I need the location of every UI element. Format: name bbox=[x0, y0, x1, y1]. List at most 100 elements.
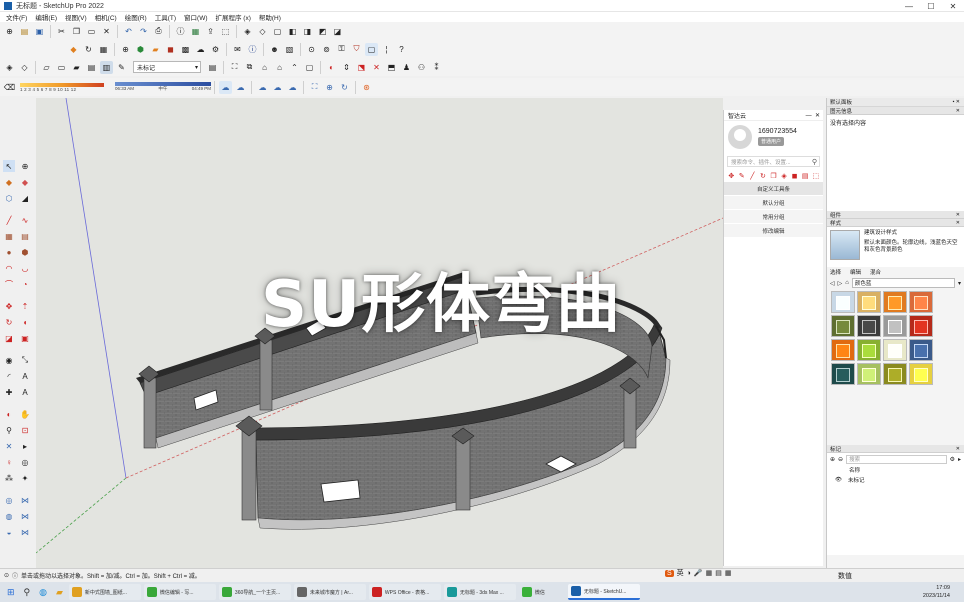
cloud-menu-edit[interactable]: 修改编辑 bbox=[724, 224, 823, 238]
material-swatch[interactable] bbox=[831, 291, 855, 313]
sandbox-from-contours-icon[interactable]: ◎ bbox=[3, 494, 15, 506]
print-icon[interactable]: ⎙ bbox=[152, 25, 165, 38]
ime-mode-icon[interactable]: 英 bbox=[677, 568, 684, 578]
taskbar-app[interactable]: WPS Office - 表格... bbox=[368, 584, 441, 600]
cube-icon[interactable]: ◈ bbox=[780, 172, 789, 180]
brush-icon[interactable]: ╱ bbox=[748, 172, 757, 180]
info-icon[interactable]: ⓘ bbox=[246, 43, 259, 56]
close-icon[interactable]: ✕ bbox=[956, 446, 960, 452]
settings-icon[interactable]: ⚙ bbox=[950, 456, 955, 463]
user-icon[interactable]: ☻ bbox=[268, 43, 281, 56]
group-icon[interactable]: ⬚ bbox=[812, 172, 821, 180]
material-swatch[interactable] bbox=[909, 315, 933, 337]
shaded-icon[interactable]: ▰ bbox=[70, 61, 83, 74]
add-tag-icon[interactable]: ⊕ bbox=[830, 456, 835, 463]
hidden-line-icon[interactable]: ▭ bbox=[55, 61, 68, 74]
geo-location-icon[interactable]: ⬢ bbox=[134, 43, 147, 56]
ime-tools-icon[interactable]: ▦ bbox=[725, 569, 732, 577]
menu-camera[interactable]: 相机(C) bbox=[95, 12, 117, 22]
tag-tool-icon[interactable]: ✎ bbox=[115, 61, 128, 74]
3d-text-icon[interactable]: A bbox=[19, 386, 31, 398]
components-header[interactable]: 组件 ✕ bbox=[827, 211, 964, 219]
arc-icon[interactable]: ◠ bbox=[3, 262, 15, 274]
texture-icon[interactable]: ▩ bbox=[179, 43, 192, 56]
material-swatch[interactable] bbox=[831, 339, 855, 361]
zoom-window-icon[interactable]: ⊕ bbox=[323, 81, 336, 94]
taskbar-app[interactable]: 微信 bbox=[519, 584, 565, 600]
forward-icon[interactable]: ▷ bbox=[838, 280, 843, 287]
back-view-icon[interactable]: ◨ bbox=[301, 25, 314, 38]
zoom-window-tool-icon[interactable]: ⊡ bbox=[19, 424, 31, 436]
dimension-icon[interactable]: ⤡ bbox=[19, 354, 31, 366]
cloud-upload-icon[interactable]: ☁ bbox=[234, 81, 247, 94]
rotate-icon[interactable]: ↻ bbox=[3, 316, 15, 328]
save-icon[interactable]: ▣ bbox=[33, 25, 46, 38]
ime-punct-icon[interactable]: ◑ bbox=[687, 570, 691, 577]
start-button[interactable]: ⊞ bbox=[4, 584, 18, 600]
top-view-icon[interactable]: ◇ bbox=[256, 25, 269, 38]
move-icon[interactable]: ✥ bbox=[3, 300, 15, 312]
ime-keyboard-icon[interactable]: ▦ bbox=[706, 569, 713, 577]
cloud-download-icon[interactable]: ☁ bbox=[256, 81, 269, 94]
xray-icon[interactable]: ◈ bbox=[3, 61, 16, 74]
settings-icon[interactable]: ⚙ bbox=[209, 43, 222, 56]
wireframe-icon[interactable]: ▱ bbox=[40, 61, 53, 74]
back-edges-icon[interactable]: ◇ bbox=[18, 61, 31, 74]
mail-icon[interactable]: ✉ bbox=[231, 43, 244, 56]
ime-mic-icon[interactable]: 🎤 bbox=[694, 569, 703, 577]
offset-tool-icon[interactable]: ▣ bbox=[19, 332, 31, 344]
erase-icon[interactable]: ✕ bbox=[100, 25, 113, 38]
protractor-icon[interactable]: ◜ bbox=[3, 370, 15, 382]
tab-mix[interactable]: 混合 bbox=[870, 268, 881, 276]
edge-icon[interactable]: ◍ bbox=[36, 584, 50, 600]
section-plane-icon[interactable]: ◐ bbox=[325, 61, 338, 74]
move-icon[interactable]: ✥ bbox=[727, 172, 736, 180]
home-icon[interactable]: ⌂ bbox=[258, 61, 271, 74]
material-swatch[interactable] bbox=[883, 339, 907, 361]
monochrome-icon[interactable]: ▥ bbox=[100, 60, 113, 74]
sandbox-from-scratch-icon[interactable]: ⋈ bbox=[19, 494, 31, 506]
front-view-icon[interactable]: ▢ bbox=[271, 25, 284, 38]
eye-icon[interactable]: 👁 bbox=[835, 477, 842, 483]
help-icon[interactable]: ? bbox=[395, 43, 408, 56]
paste-icon[interactable]: ▭ bbox=[85, 25, 98, 38]
tags-header[interactable]: 标记 ✕ bbox=[827, 445, 964, 453]
gallery-icon[interactable]: ▧ bbox=[283, 43, 296, 56]
make-component-icon[interactable]: ⬡ bbox=[3, 192, 15, 204]
zoom-tool-icon[interactable]: ⚲ bbox=[3, 424, 15, 436]
redo-icon[interactable]: ↷ bbox=[137, 25, 150, 38]
component-icon[interactable]: ☁ bbox=[194, 43, 207, 56]
cloud-menu-custom-toolbar[interactable]: 自定义工具条 bbox=[724, 182, 823, 196]
details-icon[interactable]: ▸ bbox=[958, 456, 961, 463]
ime-skin-icon[interactable]: ▤ bbox=[715, 569, 722, 577]
cut-icon[interactable]: ✂ bbox=[55, 25, 68, 38]
rectangle-icon[interactable]: ▦ bbox=[3, 230, 15, 242]
house-icon[interactable]: ⌂ bbox=[273, 61, 286, 74]
pin-icon[interactable]: ▪ ✕ bbox=[953, 99, 960, 105]
walk-tool-icon[interactable]: ⁂ bbox=[3, 472, 15, 484]
select-tool-icon[interactable]: ↖ bbox=[3, 160, 15, 172]
push-pull-tool-icon[interactable]: ⇡ bbox=[19, 300, 31, 312]
stamp-tool-icon[interactable]: ⋈ bbox=[19, 510, 31, 522]
material-swatch[interactable] bbox=[857, 315, 881, 337]
material-swatch[interactable] bbox=[857, 363, 881, 385]
sandbox-icon[interactable]: ◆ bbox=[67, 43, 80, 56]
close-icon[interactable]: ✕ bbox=[956, 220, 960, 226]
close-icon[interactable]: ✕ bbox=[956, 108, 960, 114]
info-icon[interactable]: ⓘ bbox=[12, 571, 18, 580]
minimize-button[interactable]: — bbox=[898, 0, 920, 12]
add-detail-icon[interactable]: ⋈ bbox=[19, 526, 31, 538]
tab-select[interactable]: 选择 bbox=[830, 268, 841, 276]
text-icon[interactable]: A bbox=[19, 370, 31, 382]
copy-icon[interactable]: ❐ bbox=[769, 172, 778, 180]
materials-dropdown[interactable]: 颜色蓝 bbox=[851, 278, 955, 288]
maximize-button[interactable]: ☐ bbox=[920, 0, 942, 12]
footprints-icon[interactable]: ⁑ bbox=[430, 61, 443, 74]
back-icon[interactable]: ◁ bbox=[830, 280, 835, 287]
stamp-icon[interactable]: ⛉ bbox=[350, 43, 363, 56]
layers-icon[interactable]: ▤ bbox=[801, 172, 810, 180]
material-swatch[interactable] bbox=[831, 315, 855, 337]
right-view-icon[interactable]: ◧ bbox=[286, 25, 299, 38]
new-icon[interactable]: ⊕ bbox=[3, 25, 16, 38]
material-swatch[interactable] bbox=[909, 339, 933, 361]
